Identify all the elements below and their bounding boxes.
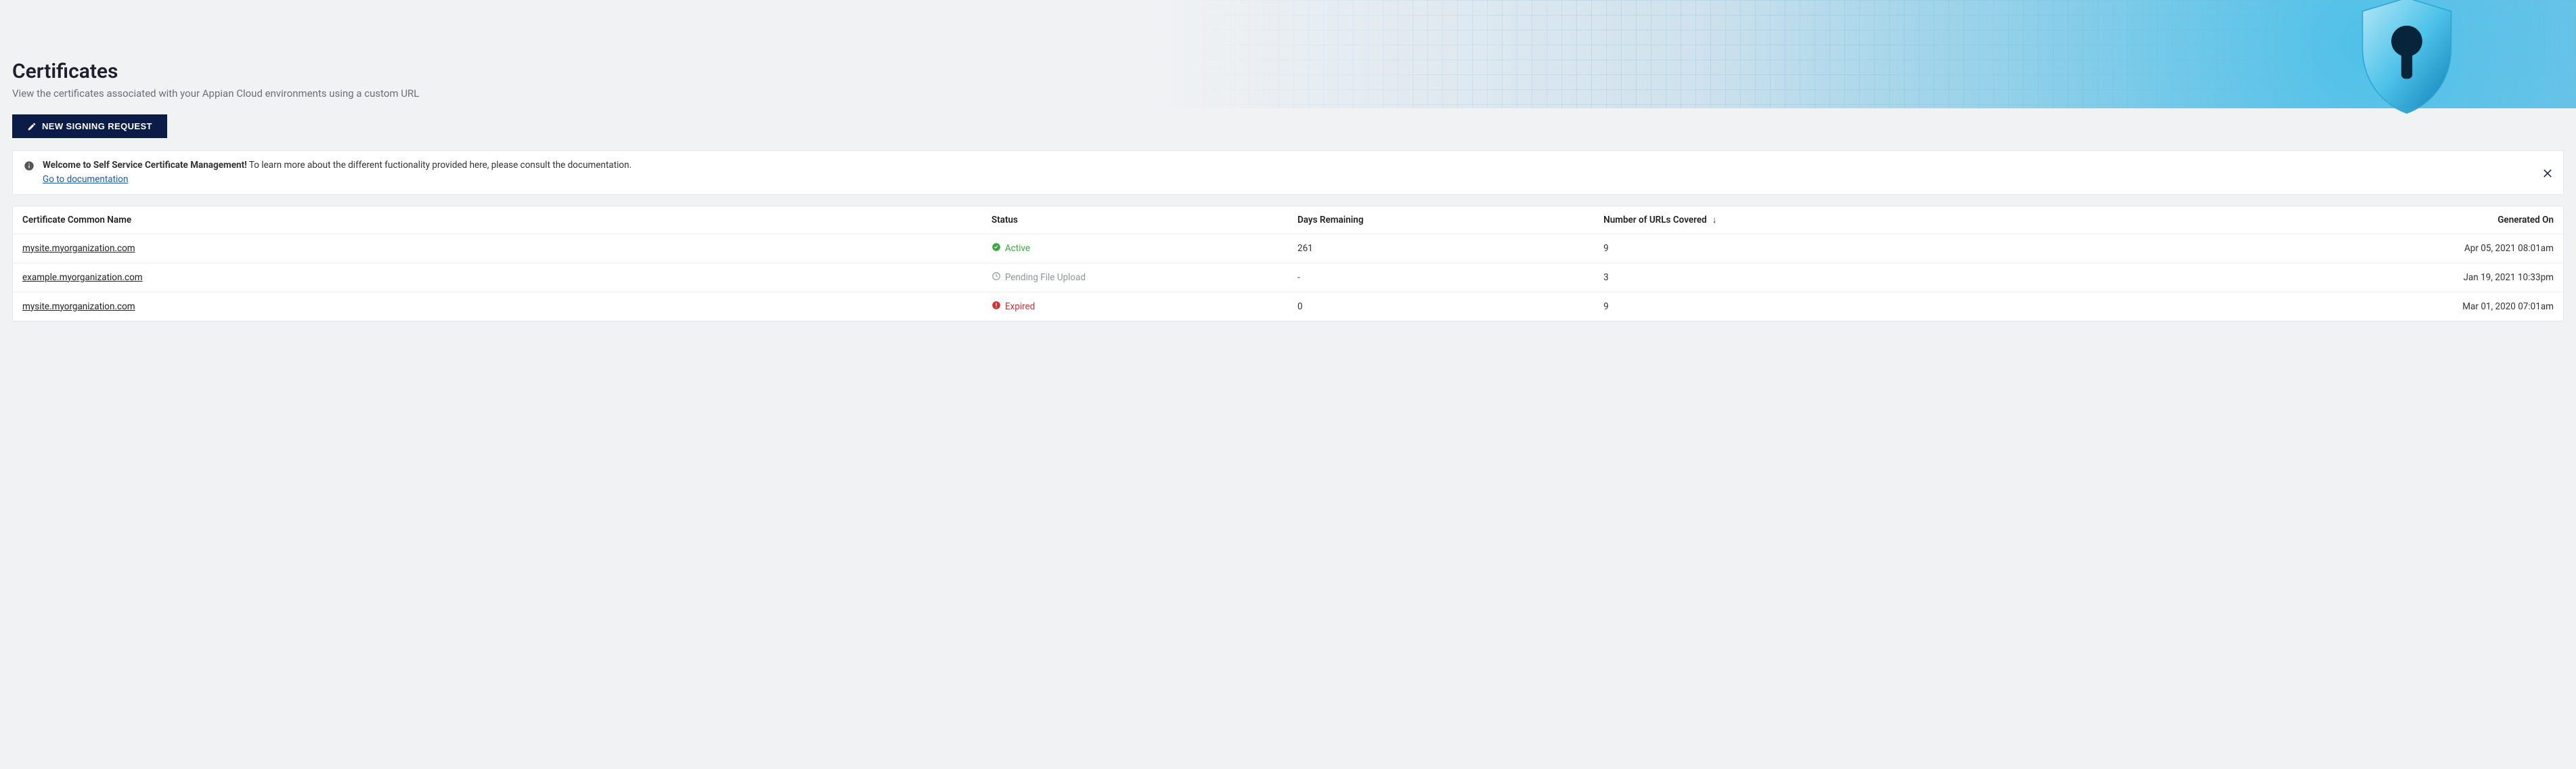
edit-square-icon [27,122,37,131]
certificates-table-card: Certificate Common Name Status Days Rema… [12,206,2564,322]
certificate-name-link[interactable]: mysite.myorganization.com [22,301,135,312]
urls-covered-cell: 3 [1594,263,1951,292]
documentation-link[interactable]: Go to documentation [43,173,2552,186]
col-header-generated[interactable]: Generated On [1951,206,2563,234]
status-cell: Expired [992,301,1035,313]
alert-text: To learn more about the different fuctio… [247,160,631,171]
generated-on-cell: Jan 19, 2021 10:33pm [1951,263,2563,292]
certificate-name-link[interactable]: mysite.myorganization.com [22,243,135,254]
certificate-name-link[interactable]: example.myorganization.com [22,272,143,283]
status-label: Pending File Upload [1005,272,1086,283]
alert-circle-icon [992,301,1001,310]
col-header-status[interactable]: Status [982,206,1288,234]
table-row: mysite.myorganization.com Active 261 9 A… [13,234,2563,263]
alert-bold-text: Welcome to Self Service Certificate Mana… [43,160,247,171]
info-alert: Welcome to Self Service Certificate Mana… [12,150,2564,195]
col-header-urls[interactable]: Number of URLs Covered↓ [1594,206,1951,234]
status-icon-slot [992,301,1001,313]
status-icon-slot [992,271,1001,284]
status-label: Active [1005,243,1030,254]
status-cell: Pending File Upload [992,271,1086,284]
generated-on-cell: Mar 01, 2020 07:01am [1951,292,2563,321]
days-remaining-cell: - [1288,263,1594,292]
status-icon-slot [992,242,1001,255]
check-circle-icon [992,242,1001,252]
urls-covered-cell: 9 [1594,234,1951,263]
table-row: example.myorganization.com Pending File … [13,263,2563,292]
status-label: Expired [1005,301,1035,312]
page-header: Certificates View the certificates assoc… [0,0,2576,150]
table-row: mysite.myorganization.com Expired 0 9 Ma… [13,292,2563,321]
clock-icon [992,271,1001,281]
close-icon[interactable] [2541,167,2554,179]
new-signing-request-button[interactable]: NEW SIGNING REQUEST [12,114,167,138]
generated-on-cell: Apr 05, 2021 08:01am [1951,234,2563,263]
page-title: Certificates [12,60,2564,83]
info-icon [24,160,35,171]
page-subtitle: View the certificates associated with yo… [12,87,2564,100]
days-remaining-cell: 0 [1288,292,1594,321]
days-remaining-cell: 261 [1288,234,1594,263]
col-header-name[interactable]: Certificate Common Name [13,206,982,234]
status-cell: Active [992,242,1030,255]
col-header-days[interactable]: Days Remaining [1288,206,1594,234]
sort-indicator-icon: ↓ [1712,215,1717,225]
certificates-table: Certificate Common Name Status Days Rema… [13,206,2563,321]
urls-covered-cell: 9 [1594,292,1951,321]
new-signing-request-label: NEW SIGNING REQUEST [42,121,152,131]
